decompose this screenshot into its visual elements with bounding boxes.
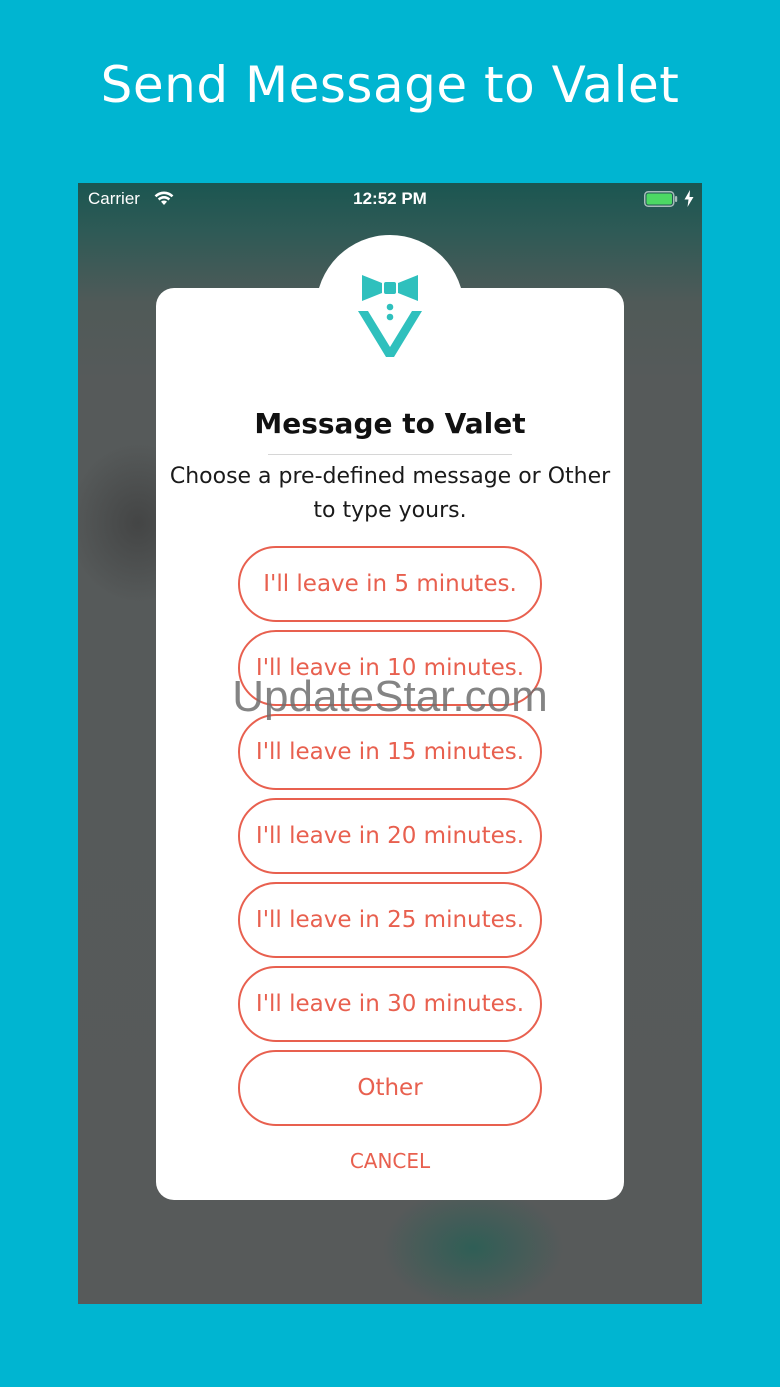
title-divider: [268, 454, 512, 455]
option-other-button[interactable]: Other: [238, 1050, 542, 1126]
option-25-minutes-button[interactable]: I'll leave in 25 minutes.: [238, 882, 542, 958]
option-20-minutes-button[interactable]: I'll leave in 20 minutes.: [238, 798, 542, 874]
dialog-title: Message to Valet: [254, 407, 526, 440]
status-bar: Carrier 12:52 PM: [78, 183, 702, 215]
battery-icon: [644, 191, 678, 207]
option-30-minutes-button[interactable]: I'll leave in 30 minutes.: [238, 966, 542, 1042]
phone-screen: Carrier 12:52 PM Message to Valet Choose…: [78, 183, 702, 1304]
status-time: 12:52 PM: [353, 189, 427, 208]
page-heading: Send Message to Valet: [100, 56, 680, 114]
charging-bolt-icon: [684, 190, 694, 207]
dialog-subtitle: Choose a pre-defined message or Other to…: [169, 464, 611, 523]
cancel-button[interactable]: CANCEL: [156, 1149, 624, 1173]
valet-bowtie-logo-icon: [358, 275, 422, 357]
option-15-minutes-button[interactable]: I'll leave in 15 minutes.: [238, 714, 542, 790]
option-5-minutes-button[interactable]: I'll leave in 5 minutes.: [238, 546, 542, 622]
option-10-minutes-button[interactable]: I'll leave in 10 minutes.: [238, 630, 542, 706]
message-dialog: Message to Valet Choose a pre-defined me…: [156, 288, 624, 1200]
